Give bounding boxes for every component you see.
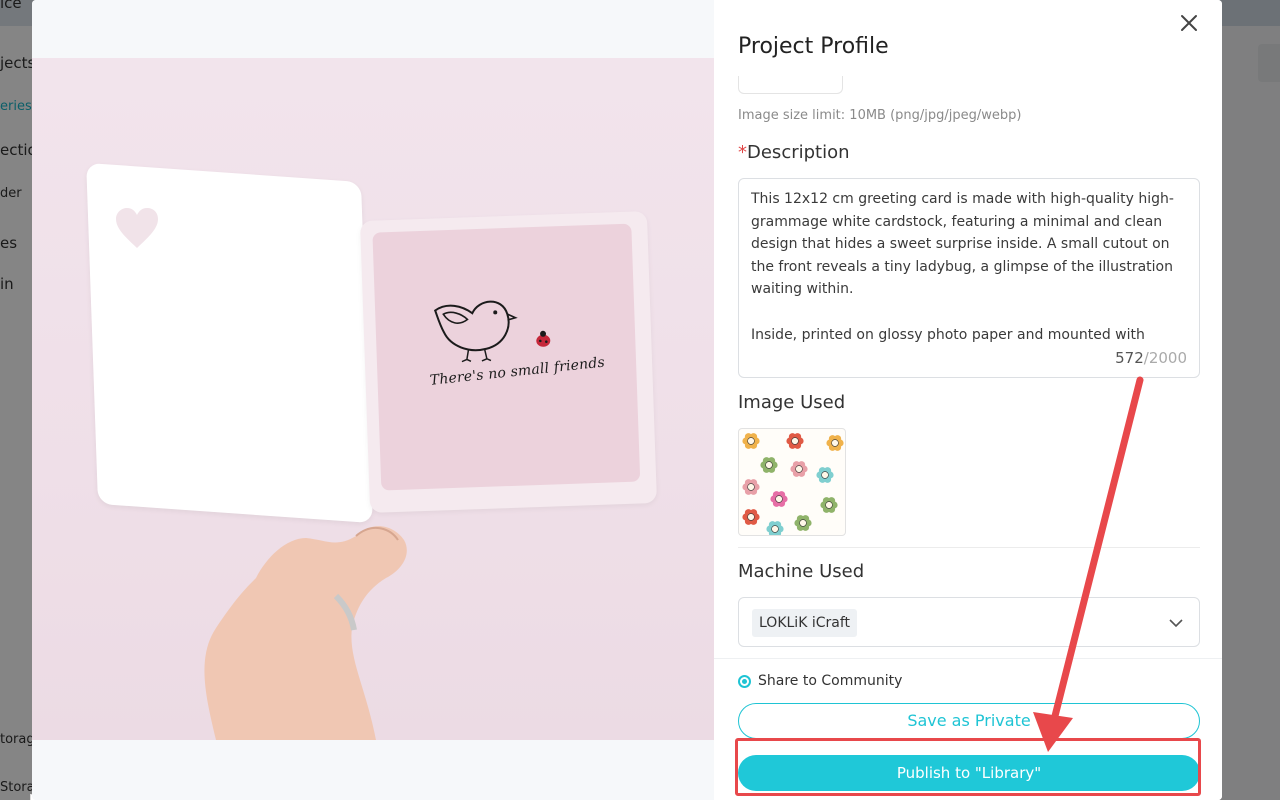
machine-chip[interactable]: LOKLiK iCraft: [752, 609, 857, 637]
character-count: 572: [1115, 349, 1144, 367]
machine-select[interactable]: LOKLiK iCraft: [738, 597, 1200, 647]
card-inside: There's no small friends: [359, 211, 658, 513]
share-radio[interactable]: [738, 675, 751, 688]
annotation-highlight-box: [735, 738, 1201, 796]
description-text: This 12x12 cm greeting card is made with…: [751, 191, 1174, 343]
form-scroll-area[interactable]: Image size limit: 10MB (png/jpg/jpeg/web…: [714, 70, 1222, 658]
close-icon[interactable]: [1178, 12, 1200, 34]
description-label-text: Description: [747, 142, 850, 163]
panel-title: Project Profile: [738, 34, 889, 59]
image-size-hint: Image size limit: 10MB (png/jpg/jpeg/web…: [738, 108, 1022, 123]
flower-pattern-image: [742, 433, 844, 535]
character-max: /2000: [1143, 349, 1187, 367]
hand-image: [204, 526, 407, 740]
card-print: There's no small friends: [372, 223, 641, 491]
image-preview: There's no small friends: [32, 0, 714, 800]
project-profile-modal: There's no small friends Project Profile…: [32, 0, 1222, 800]
section-divider: [738, 547, 1200, 548]
description-label: *Description: [738, 142, 850, 163]
character-counter: 572/2000: [1115, 349, 1187, 367]
machine-used-label: Machine Used: [738, 561, 865, 582]
bird-illustration: [433, 300, 551, 363]
description-textarea[interactable]: This 12x12 cm greeting card is made with…: [738, 178, 1200, 378]
project-photo: There's no small friends: [32, 58, 714, 740]
image-used-thumbnail[interactable]: [738, 428, 846, 536]
required-mark: *: [738, 142, 747, 163]
ladybug-icon: [536, 330, 551, 347]
cover-upload-box[interactable]: [738, 76, 843, 94]
share-label[interactable]: Share to Community: [758, 673, 902, 689]
profile-panel: Project Profile Image size limit: 10MB (…: [714, 0, 1222, 800]
heart-cutout-icon: [116, 208, 158, 248]
save-private-button[interactable]: Save as Private: [738, 703, 1200, 739]
chevron-down-icon[interactable]: [1167, 614, 1185, 632]
image-used-label: Image Used: [738, 392, 846, 413]
